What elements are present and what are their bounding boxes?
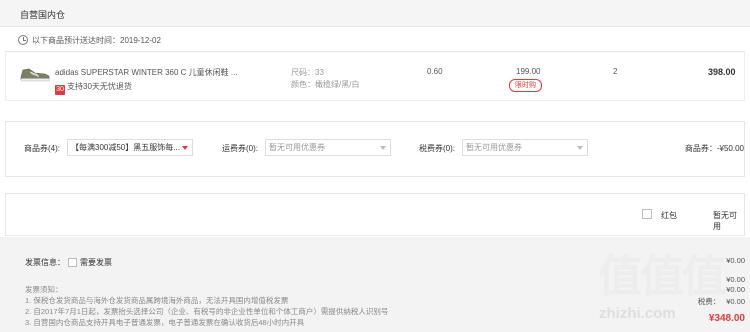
red-packet-section: 红包 暂无可用 <box>5 193 745 236</box>
summary-value: ¥0.00 <box>726 297 745 306</box>
product-color: 颜色：橄榄绿/黑/白 <box>291 80 360 89</box>
chevron-down-icon <box>577 146 583 150</box>
delivery-info: 以下商品预计送达时间：2019-12-02 <box>5 30 745 51</box>
shipping-coupon-placeholder: 暂无可用优惠券 <box>269 143 325 152</box>
product-name[interactable]: adidas SUPERSTAR WINTER 360 C 儿童休闲鞋 ... <box>55 67 255 78</box>
summary-value: ¥0.00 <box>726 256 745 265</box>
product-price: 199.00 <box>516 67 541 76</box>
summary-value: ¥0.00 <box>726 275 745 284</box>
clock-icon <box>18 35 28 45</box>
product-quantity: 2 <box>613 67 618 76</box>
goods-coupon-amount: 商品券：-¥50.00 <box>684 144 744 153</box>
tax-coupon-select[interactable]: 暂无可用优惠券 <box>462 139 588 156</box>
flash-sale-tag: 限时购 <box>509 79 542 92</box>
invoice-notice: 发票须知： 1. 保税仓发货商品与海外仓发货商品属跨境海外商品，无法开具国内增值… <box>25 284 388 328</box>
delivery-text: 以下商品预计送达时间：2019-12-02 <box>32 36 161 45</box>
summary-row: ¥0.00 <box>720 275 745 284</box>
red-packet-status: 暂无可用 <box>713 211 737 231</box>
invoice-notice-item: 3. 自营国内仓商品支持开具电子普通发票，电子普通发票在确认收货后48小时内开具 <box>25 318 305 327</box>
product-row: adidas SUPERSTAR WINTER 360 C 儿童休闲鞋 ... … <box>5 51 745 101</box>
invoice-notice-item: 1. 保税仓发货商品与海外仓发货商品属跨境海外商品，无法开具国内增值税发票 <box>25 296 289 305</box>
invoice-label: 发票信息： <box>25 258 65 267</box>
red-packet-checkbox[interactable] <box>642 209 652 219</box>
chevron-down-icon <box>182 146 188 150</box>
goods-coupon-value: 【每满300减50】黑五服饰每... <box>71 143 180 152</box>
coupon-section: 商品券(4): 【每满300减50】黑五服饰每... 运费券(0): 暂无可用优… <box>5 121 745 177</box>
return-badge-icon: 30 <box>55 85 65 95</box>
product-size: 尺码：33 <box>291 68 324 77</box>
goods-coupon-label: 商品券(4): <box>24 144 60 153</box>
product-spec: 尺码：33 颜色：橄榄绿/黑/白 <box>291 67 359 91</box>
chevron-down-icon <box>380 146 386 150</box>
red-packet-label: 红包 <box>661 211 677 220</box>
invoice-notice-item: 2. 自2017年7月1日起，发票抬头选择公司（企业、有税号的非企业性单位和个体… <box>25 307 389 316</box>
invoice-section: 发票信息： 需要发票 发票须知： 1. 保税仓发货商品与海外仓发货商品属跨境海外商… <box>0 237 750 332</box>
shipping-coupon-label: 运费券(0): <box>222 144 258 153</box>
product-thumbnail[interactable] <box>19 64 51 84</box>
tax-coupon-label: 税费券(0): <box>419 144 455 153</box>
product-rate: 0.60 <box>427 67 443 76</box>
summary-row: 税费： ¥0.00 <box>698 296 745 307</box>
invoice-line: 发票信息： 需要发票 <box>25 257 112 268</box>
summary-row: ¥0.00 <box>720 285 745 294</box>
invoice-notice-title: 发票须知： <box>25 285 63 294</box>
warehouse-header: 自营国内仓 <box>0 0 750 27</box>
summary-label: 税费： <box>697 297 721 306</box>
goods-coupon-select[interactable]: 【每满300减50】黑五服饰每... <box>67 139 193 156</box>
summary-row: ¥0.00 <box>720 256 745 265</box>
summary-value: ¥0.00 <box>726 285 745 294</box>
order-total: ¥348.00 <box>708 313 745 324</box>
shoe-icon <box>20 68 50 82</box>
tax-coupon-placeholder: 暂无可用优惠券 <box>466 143 522 152</box>
shipping-coupon-select[interactable]: 暂无可用优惠券 <box>265 139 391 156</box>
product-total: 398.00 <box>708 67 736 77</box>
return-service: 30 支持30天无忧退货 <box>55 81 132 95</box>
warehouse-title: 自营国内仓 <box>20 10 66 20</box>
need-invoice-label: 需要发票 <box>80 258 112 267</box>
need-invoice-checkbox[interactable] <box>68 258 77 267</box>
return-service-text: 支持30天无忧退货 <box>67 82 132 91</box>
